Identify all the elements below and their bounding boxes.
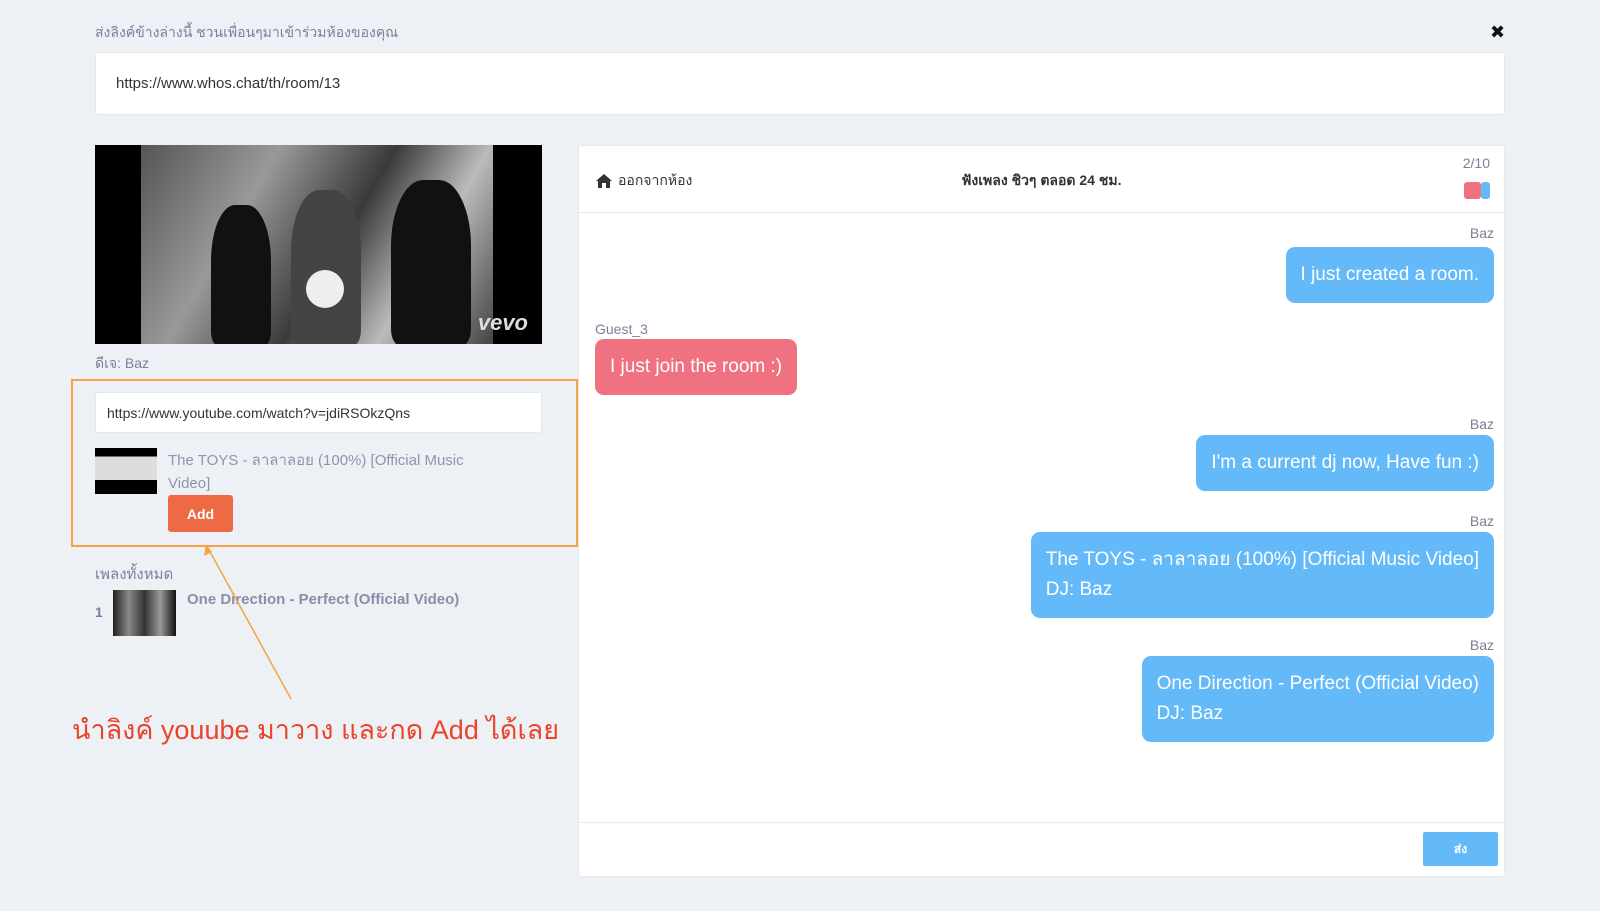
message-text: I'm a current dj now, Have fun :): [1211, 452, 1479, 473]
message-text: The TOYS - ลาลาลอย (100%) [Official Musi…: [1045, 549, 1479, 570]
playlist-item-number: 1: [95, 604, 103, 620]
message-text: I just join the room :): [610, 356, 783, 377]
user-marker: [1464, 182, 1481, 199]
chat-input[interactable]: [579, 823, 1399, 875]
send-button[interactable]: ส่ง: [1423, 832, 1498, 866]
message-bubble: One Direction - Perfect (Official Video)…: [1141, 656, 1494, 742]
message-bubble: I just created a room.: [1285, 247, 1494, 303]
playlist-item-title[interactable]: One Direction - Perfect (Official Video): [187, 591, 459, 608]
room-title: ฟังเพลง ชิวๆ ตลอด 24 ชม.: [961, 172, 1122, 188]
youtube-url-input[interactable]: [95, 392, 542, 433]
video-player[interactable]: vevo: [95, 145, 542, 344]
preview-title: The TOYS - ลาลาลอย (100%) [Official Musi…: [168, 452, 464, 492]
current-dj-label: ดีเจ: Baz: [95, 355, 149, 371]
message-sender: Baz: [1469, 416, 1494, 432]
message-bubble: I just join the room :): [595, 339, 798, 395]
chat-panel: ออกจากห้อง ฟังเพลง ชิวๆ ตลอด 24 ชม. 2/10…: [578, 145, 1505, 877]
message-sender: Baz: [1469, 225, 1494, 241]
preview-thumbnail: [95, 448, 157, 494]
share-link-label: ส่งลิงค์ข้างล่างนี้ ชวนเพื่อนๆมาเข้าร่วม…: [95, 24, 399, 40]
message-text: One Direction - Perfect (Official Video): [1156, 673, 1479, 694]
message-sender: Baz: [1469, 513, 1494, 529]
close-icon[interactable]: ✖: [1490, 22, 1505, 43]
vevo-watermark: vevo: [477, 310, 528, 335]
user-count: 2/10: [1462, 155, 1490, 171]
message-text: I just created a room.: [1300, 264, 1479, 285]
chat-footer: ส่ง: [579, 822, 1504, 876]
chat-header: ออกจากห้อง ฟังเพลง ชิวๆ ตลอด 24 ชม. 2/10: [579, 146, 1504, 213]
message-text: DJ: Baz: [1156, 703, 1224, 724]
playlist-heading: เพลงทั้งหมด: [95, 566, 174, 583]
message-bubble: The TOYS - ลาลาลอย (100%) [Official Musi…: [1030, 532, 1494, 618]
share-url-field[interactable]: https://www.whos.chat/th/room/13: [95, 52, 1505, 115]
user-marker: [1481, 182, 1490, 199]
message-sender: Guest_3: [595, 321, 648, 337]
playlist-item-thumbnail[interactable]: [113, 590, 176, 636]
message-text: DJ: Baz: [1045, 579, 1113, 600]
message-bubble: I'm a current dj now, Have fun :): [1196, 435, 1494, 491]
add-button[interactable]: Add: [168, 495, 233, 532]
annotation-text: นำลิงค์ youube มาวาง และกด Add ได้เลย: [72, 715, 560, 745]
user-markers: [1464, 182, 1490, 199]
video-frame: [141, 145, 493, 344]
message-sender: Baz: [1469, 637, 1494, 653]
